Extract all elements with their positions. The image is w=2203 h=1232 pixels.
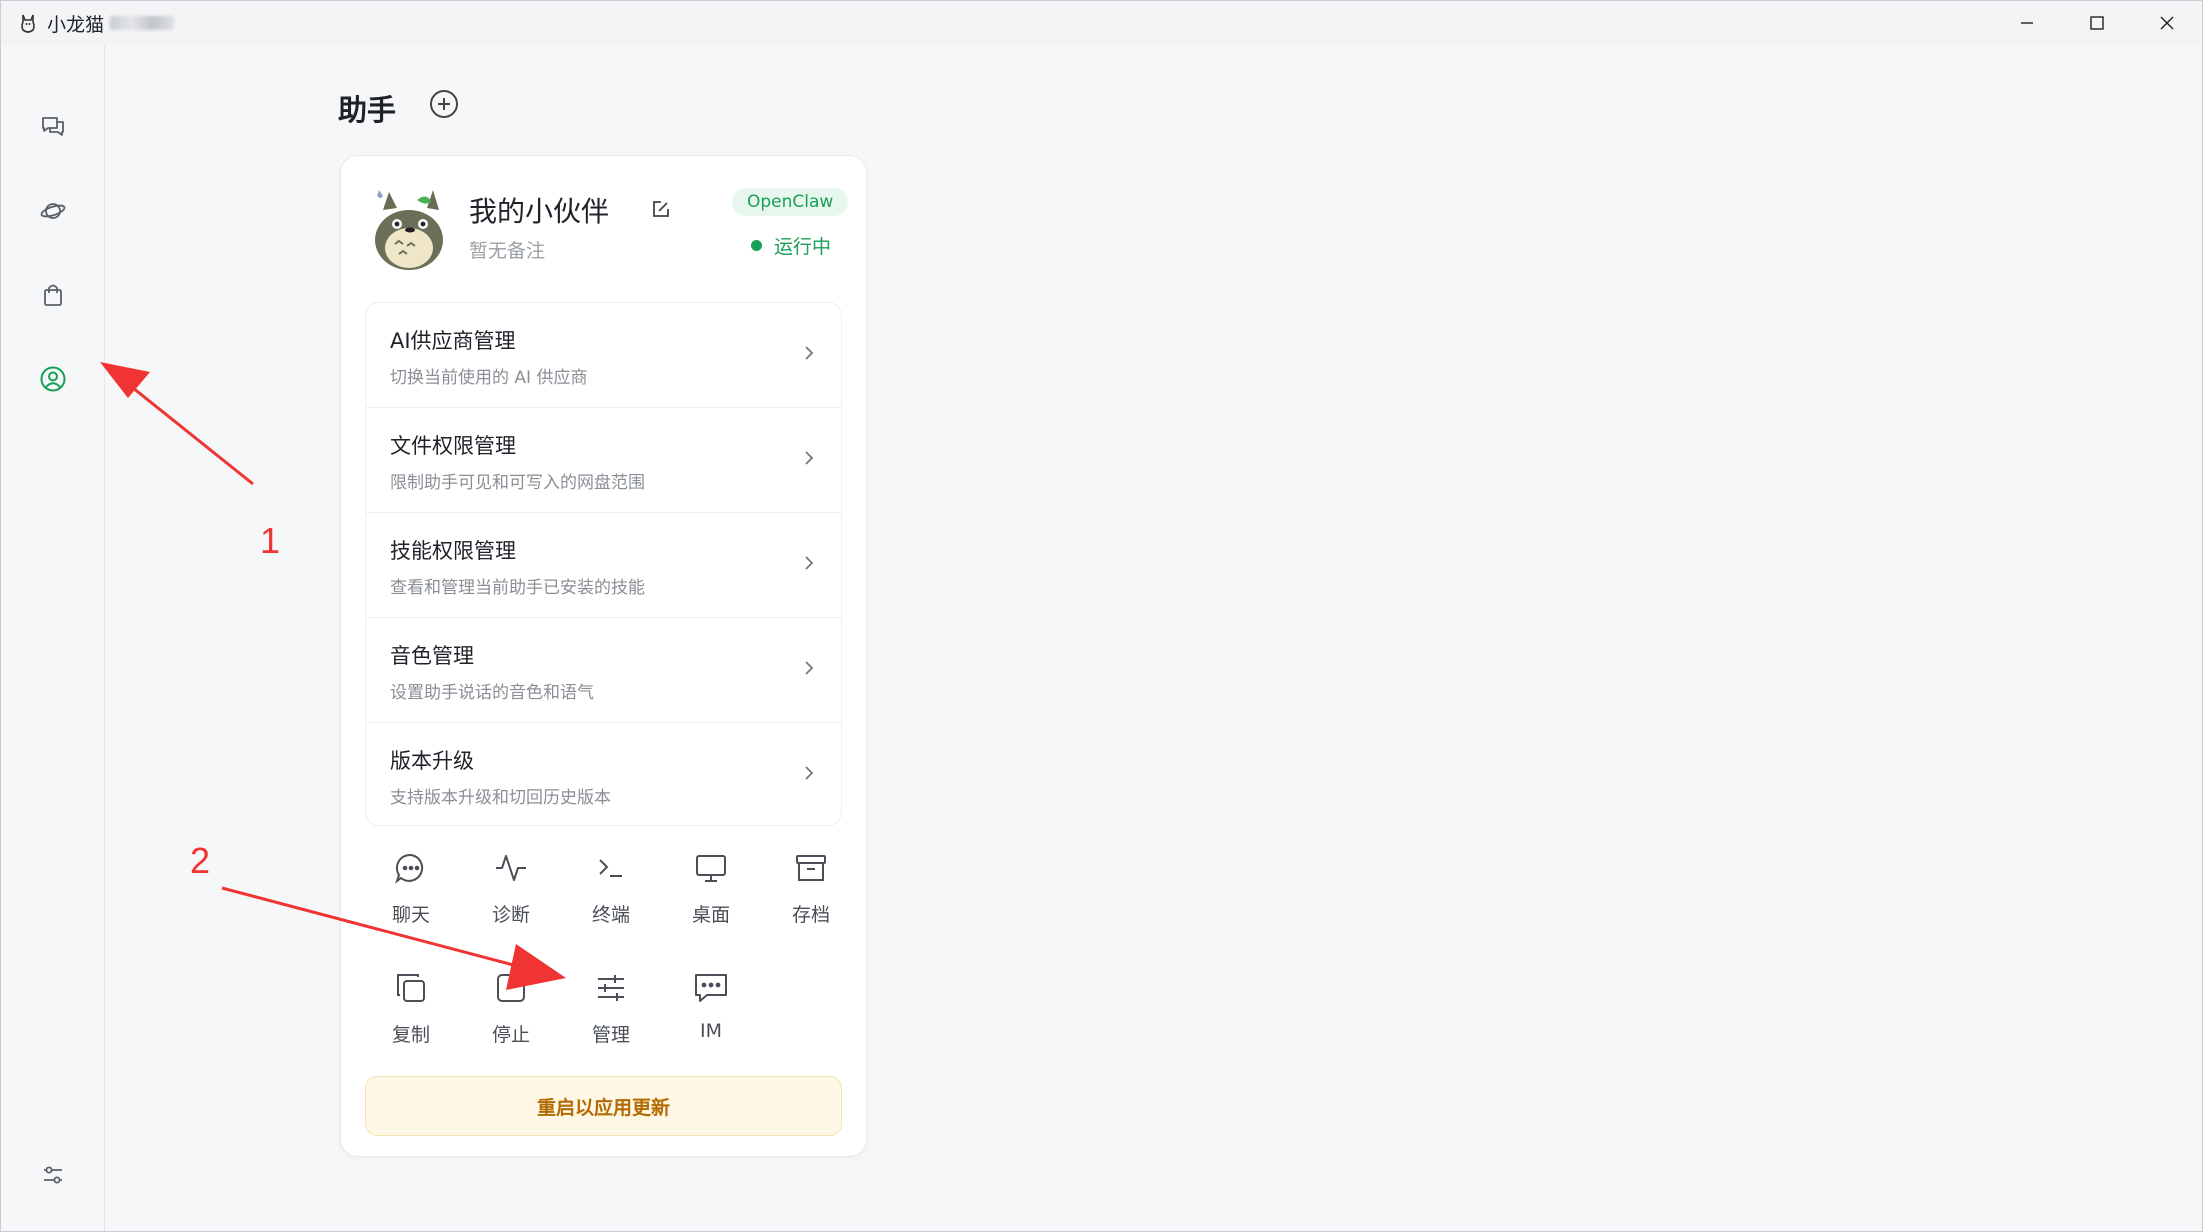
sliders-icon [591, 968, 631, 1008]
chevron-right-icon [799, 761, 819, 785]
action-archive-button[interactable]: 存档 [769, 836, 853, 936]
menu-item-title: 版本升级 [390, 749, 474, 773]
main-content: 助手 我的小伙伴 暂无备注 OpenClaw 运行中 AI供应商管理 切换当前使… [105, 45, 2202, 1231]
menu-item-title: 技能权限管理 [390, 539, 516, 563]
settings-menu: AI供应商管理 切换当前使用的 AI 供应商 文件权限管理 限制助手可见和可写入… [365, 302, 842, 826]
action-diagnose-button[interactable]: 诊断 [469, 836, 553, 936]
engine-tag: OpenClaw [732, 188, 849, 216]
rail-item-chat[interactable] [29, 103, 77, 151]
annotation-number-2: 2 [190, 840, 211, 881]
assistant-name: 我的小伙伴 [469, 195, 610, 228]
edit-icon [653, 201, 669, 217]
action-terminal-button[interactable]: 终端 [569, 836, 653, 936]
user-circle-icon [40, 366, 66, 392]
rail-item-assistant[interactable] [29, 355, 77, 403]
avatar [365, 186, 449, 270]
terminal-icon [591, 848, 631, 888]
maximize-button[interactable] [2062, 1, 2132, 45]
menu-item-ai-provider[interactable]: AI供应商管理 切换当前使用的 AI 供应商 [366, 303, 841, 408]
rail-item-settings[interactable] [29, 1151, 77, 1199]
rail-item-store[interactable] [29, 271, 77, 319]
menu-item-voice[interactable]: 音色管理 设置助手说话的音色和语气 [366, 618, 841, 723]
action-label: 聊天 [391, 904, 430, 926]
menu-item-title: 音色管理 [390, 644, 474, 668]
window-controls [1992, 1, 2202, 45]
action-label: 终端 [591, 904, 630, 926]
add-assistant-button[interactable] [427, 87, 461, 121]
chevron-right-icon [799, 656, 819, 680]
minimize-button[interactable] [1992, 1, 2062, 45]
action-label: 桌面 [691, 904, 730, 926]
activity-icon [491, 848, 531, 888]
action-label: IM [700, 1020, 722, 1042]
app-window: 小龙猫 助手 我的小伙伴 暂无备注 OpenClaw 运行中 AI供应商管理 切… [0, 0, 2203, 1232]
action-manage-button[interactable]: 管理 [569, 956, 653, 1056]
monitor-icon [691, 848, 731, 888]
rail-item-explore[interactable] [29, 187, 77, 235]
menu-item-file-permission[interactable]: 文件权限管理 限制助手可见和可写入的网盘范围 [366, 408, 841, 513]
annotation-number-1: 1 [260, 520, 281, 561]
action-label: 管理 [591, 1024, 630, 1046]
status-dot [751, 240, 762, 251]
chevron-right-icon [799, 341, 819, 365]
side-rail [1, 45, 105, 1231]
assistant-remark: 暂无备注 [469, 240, 546, 262]
chat-icon [42, 117, 64, 136]
bag-icon [44, 284, 62, 306]
plus-circle-icon [430, 90, 458, 118]
action-im-button[interactable]: IM [669, 956, 753, 1056]
menu-item-desc: 支持版本升级和切回历史版本 [390, 788, 611, 808]
menu-item-desc: 查看和管理当前助手已安装的技能 [390, 578, 645, 598]
action-label: 停止 [491, 1024, 530, 1046]
chevron-right-icon [799, 446, 819, 470]
action-label: 存档 [791, 904, 830, 926]
menu-item-desc: 切换当前使用的 AI 供应商 [390, 368, 588, 388]
blurred-title-suffix [110, 16, 175, 30]
message-circle-icon [391, 848, 431, 888]
stop-icon [491, 968, 531, 1008]
assistant-card: 我的小伙伴 暂无备注 OpenClaw 运行中 AI供应商管理 切换当前使用的 … [340, 155, 867, 1157]
window-title: 小龙猫 [47, 13, 105, 36]
app-logo-icon [15, 10, 41, 36]
archive-icon [791, 848, 831, 888]
action-copy-button[interactable]: 复制 [369, 956, 453, 1056]
close-button[interactable] [2132, 1, 2202, 45]
settings-sliders-icon [44, 1166, 62, 1184]
restart-to-update-button[interactable]: 重启以应用更新 [365, 1076, 842, 1136]
action-chat-button[interactable]: 聊天 [369, 836, 453, 936]
menu-item-title: AI供应商管理 [390, 329, 516, 353]
menu-item-skill-permission[interactable]: 技能权限管理 查看和管理当前助手已安装的技能 [366, 513, 841, 618]
message-dots-icon [691, 968, 731, 1008]
planet-icon [40, 203, 66, 219]
menu-item-version-upgrade[interactable]: 版本升级 支持版本升级和切回历史版本 [366, 723, 841, 825]
action-desktop-button[interactable]: 桌面 [669, 836, 753, 936]
menu-item-desc: 限制助手可见和可写入的网盘范围 [390, 473, 645, 493]
action-stop-button[interactable]: 停止 [469, 956, 553, 1056]
status-text: 运行中 [774, 236, 832, 258]
menu-item-title: 文件权限管理 [390, 434, 516, 458]
page-title: 助手 [338, 93, 397, 127]
action-label: 复制 [391, 1024, 430, 1046]
menu-item-desc: 设置助手说话的音色和语气 [390, 683, 594, 703]
status-badge: 运行中 [751, 232, 831, 259]
title-bar: 小龙猫 [1, 1, 2202, 45]
edit-name-button[interactable] [648, 196, 674, 222]
chevron-right-icon [799, 551, 819, 575]
action-label: 诊断 [491, 904, 530, 926]
copy-icon [391, 968, 431, 1008]
